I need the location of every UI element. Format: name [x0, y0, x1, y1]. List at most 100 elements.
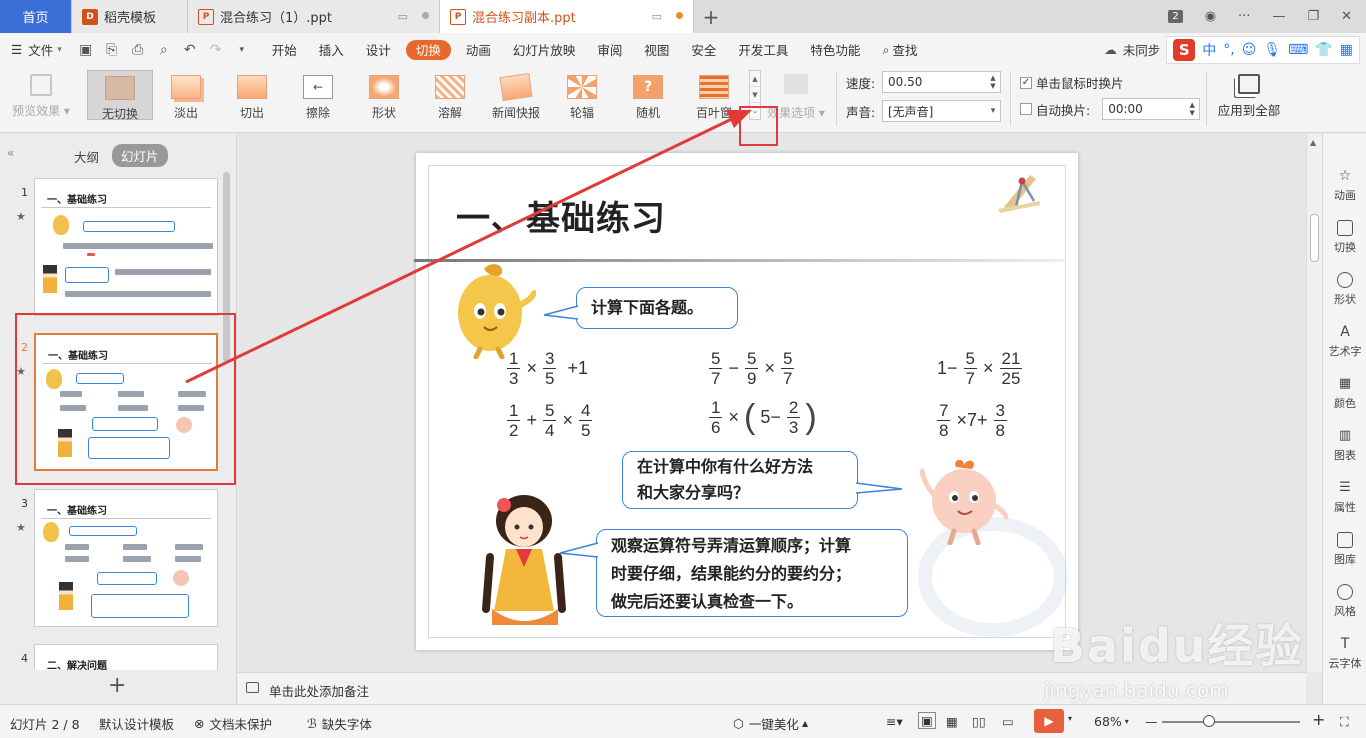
sorter-view-icon[interactable]: ▦ — [946, 714, 958, 729]
transition-none[interactable]: 无切换 — [87, 70, 153, 121]
redo-icon[interactable]: ↷ — [208, 42, 224, 58]
auto-advance-checkbox[interactable] — [1020, 103, 1032, 115]
sidebar-item-cloudfont[interactable]: T 云字体 — [1323, 636, 1366, 671]
normal-view-icon[interactable]: ▣ — [918, 712, 936, 729]
skin-icon[interactable]: 👕 — [1315, 42, 1332, 58]
scroll-up-icon[interactable]: ▲ — [1310, 138, 1316, 147]
sidebar-item-color[interactable]: ▦ 颜色 — [1323, 376, 1366, 411]
sidebar-item-chart[interactable]: ▥ 图表 — [1323, 428, 1366, 463]
menu-slideshow[interactable]: 幻灯片放映 — [502, 33, 587, 66]
theme-name[interactable]: 默认设计模板 — [99, 714, 174, 733]
punctuation-icon[interactable]: °, — [1223, 42, 1234, 58]
beautify-button[interactable]: ⬡ 一键美化 ▲ — [733, 714, 808, 733]
restore-icon[interactable]: ❐ — [1307, 9, 1319, 24]
zoom-slider[interactable] — [1162, 721, 1300, 723]
gallery-up-icon[interactable]: ▲ — [750, 71, 760, 87]
gallery-down-icon[interactable]: ▼ — [750, 87, 760, 103]
tab-slides[interactable]: 幻灯片 — [112, 144, 168, 167]
spinner-icon[interactable]: ▲ ▼ — [1187, 101, 1199, 117]
sidebar-item-wordart[interactable]: A 艺术字 — [1323, 324, 1366, 359]
keyboard-icon[interactable]: ⌨ — [1288, 42, 1308, 58]
zoom-in-icon[interactable]: + — [1312, 710, 1325, 729]
transition-shape[interactable]: 形状 — [351, 70, 417, 120]
sync-status[interactable]: 未同步 — [1123, 40, 1161, 59]
tab-outline[interactable]: 大纲 — [74, 147, 99, 166]
tab-doc-2[interactable]: P 混合练习副本.ppt ▭ — [440, 0, 694, 33]
transition-wipe[interactable]: ← 擦除 — [285, 70, 351, 120]
sidebar-item-animation[interactable]: ☆ 动画 — [1323, 168, 1366, 203]
play-options-icon[interactable]: ▾ — [1068, 714, 1072, 723]
cloud-icon[interactable]: ☁ — [1104, 42, 1117, 57]
transition-cut[interactable]: 切出 — [219, 70, 285, 120]
preview-button[interactable]: 预览效果 ▾ — [10, 74, 72, 119]
zoom-out-icon[interactable]: — — [1145, 714, 1158, 729]
apply-all-button[interactable]: 应用到全部 — [1214, 74, 1284, 119]
sidebar-item-gallery[interactable]: 图库 — [1323, 532, 1366, 567]
auto-advance-input[interactable]: 00:00 ▲ ▼ — [1102, 98, 1201, 120]
print-icon[interactable]: ⎙ — [130, 42, 146, 58]
zoom-level[interactable]: 68% ▾ — [1094, 714, 1129, 729]
current-slide[interactable]: 一、基础练习 计算下面各题。 13 × 35 +1 57 − 59 × 57 1… — [414, 153, 1078, 650]
add-slide-button[interactable]: + — [108, 673, 126, 698]
close-icon[interactable]: ✕ — [1341, 9, 1352, 24]
sidebar-item-transition[interactable]: 切换 — [1323, 220, 1366, 255]
on-click-checkbox[interactable]: ✓ — [1020, 76, 1032, 89]
tab-home[interactable]: 首页 — [0, 0, 72, 33]
on-click-option[interactable]: ✓ 单击鼠标时换片 — [1020, 73, 1124, 92]
menu-view[interactable]: 视图 — [633, 33, 680, 66]
notes-placeholder[interactable]: 单击此处添加备注 — [269, 681, 369, 700]
transition-fade[interactable]: 淡出 — [153, 70, 219, 120]
monitor-icon[interactable]: ▭ — [652, 10, 662, 23]
sidebar-item-properties[interactable]: ☰ 属性 — [1323, 480, 1366, 515]
transition-blinds[interactable]: 百叶窗 — [681, 70, 747, 120]
menu-design[interactable]: 设计 — [355, 33, 402, 66]
monitor-icon[interactable]: ▭ — [398, 10, 408, 23]
ime-lang[interactable]: 中 — [1202, 40, 1216, 60]
search-menu[interactable]: ⌕ 查找 — [871, 33, 928, 66]
transition-newsflash[interactable]: 新闻快报 — [483, 70, 549, 120]
canvas-scrollbar[interactable]: ▲ — [1306, 134, 1322, 672]
sogou-logo-icon[interactable]: S — [1173, 38, 1196, 61]
undo-icon[interactable]: ↶ — [182, 42, 198, 58]
menu-review[interactable]: 审阅 — [586, 33, 633, 66]
menu-features[interactable]: 特色功能 — [799, 33, 871, 66]
missing-font[interactable]: ℬ 缺失字体 — [307, 714, 372, 733]
print-preview-icon[interactable]: ⌕ — [156, 42, 172, 58]
mic-icon[interactable]: 🎙 — [1263, 42, 1281, 58]
speed-input[interactable]: 00.50 ▲ ▼ — [882, 71, 1001, 93]
sidebar-item-shape[interactable]: 形状 — [1323, 272, 1366, 307]
menu-transition[interactable]: 切换 — [405, 39, 451, 60]
presenter-view-icon[interactable]: ▭ — [1002, 714, 1014, 729]
notes-toggle-icon[interactable]: ≡▾ — [886, 714, 903, 729]
menu-developer[interactable]: 开发工具 — [727, 33, 799, 66]
scroll-thumb[interactable] — [1310, 214, 1319, 262]
menu-animation[interactable]: 动画 — [455, 33, 502, 66]
tab-modified-dot[interactable] — [676, 12, 683, 19]
new-tab-button[interactable]: + — [694, 0, 728, 33]
file-menu[interactable]: ☰ 文件 ▾ — [0, 33, 73, 66]
slide-thumb-4[interactable]: 4 二、解决问题 — [0, 644, 237, 670]
minimize-icon[interactable]: — — [1272, 9, 1285, 24]
fit-window-icon[interactable]: ⛶ — [1340, 714, 1349, 730]
spinner-icon[interactable]: ▲ ▼ — [988, 74, 1000, 90]
menu-security[interactable]: 安全 — [680, 33, 727, 66]
emoji-icon[interactable]: ☺ — [1242, 42, 1257, 58]
customize-icon[interactable]: ▾ — [234, 42, 250, 58]
sidebar-item-style[interactable]: 风格 — [1323, 584, 1366, 619]
transition-wheel[interactable]: 轮辐 — [549, 70, 615, 120]
toolbox-icon[interactable]: ▦ — [1340, 42, 1353, 58]
tab-close-dot[interactable] — [422, 12, 429, 19]
protect-status[interactable]: ⊗ 文档未保护 — [194, 714, 272, 733]
save-icon[interactable]: ▣ — [78, 42, 94, 58]
avatar[interactable]: ◉ — [1205, 9, 1216, 24]
window-count-badge[interactable]: 2 — [1168, 10, 1183, 23]
play-button[interactable]: ▶ — [1034, 709, 1064, 733]
transition-dissolve[interactable]: 溶解 — [417, 70, 483, 120]
transition-random[interactable]: ? 随机 — [615, 70, 681, 120]
menu-insert[interactable]: 插入 — [308, 33, 355, 66]
tab-doc-1[interactable]: P 混合练习（1）.ppt ▭ — [188, 0, 440, 33]
export-icon[interactable]: ⎘ — [104, 42, 120, 58]
collapse-icon[interactable]: « — [7, 146, 14, 160]
more-icon[interactable]: ··· — [1238, 9, 1250, 24]
sound-select[interactable]: [无声音] ▾ — [882, 100, 1001, 122]
